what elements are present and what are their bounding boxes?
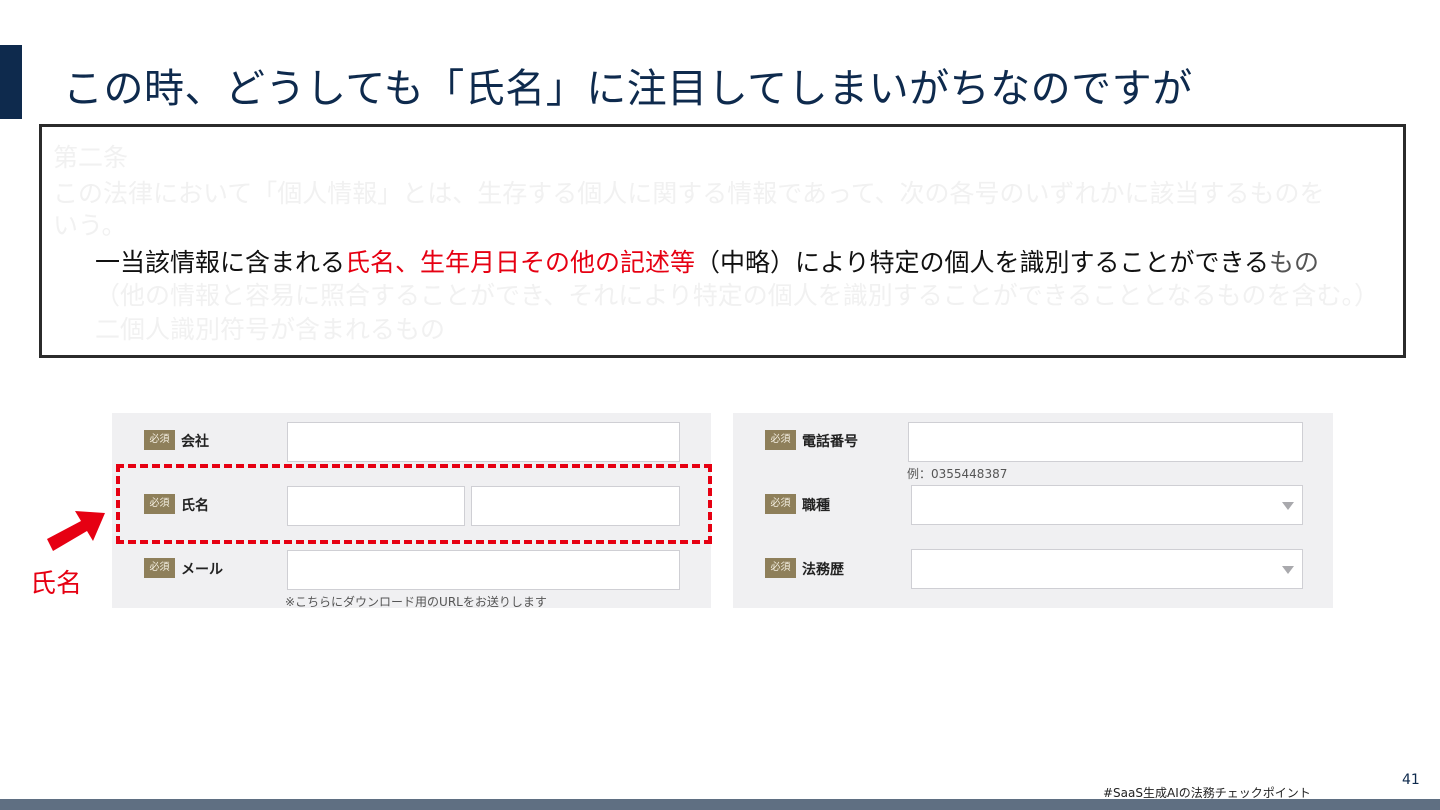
chevron-down-icon — [1282, 566, 1294, 574]
email-input[interactable] — [287, 550, 680, 590]
law-article-heading: 第二条 — [53, 143, 129, 172]
legal-experience-label: 法務歴 — [802, 562, 844, 578]
law-item-1-parenthetical: （他の情報と容易に照合することができ、それにより特定の個人を識別することができる… — [95, 281, 1380, 310]
phone-label: 電話番号 — [802, 434, 858, 450]
name-field-highlight — [116, 464, 712, 544]
email-note: ※こちらにダウンロード用のURLをお送りします — [285, 595, 547, 609]
title-accent-bar — [0, 45, 22, 119]
law-item-1-highlight: 氏名、生年月日その他の記述等 — [345, 248, 696, 277]
slide-title: この時、どうしても「氏名」に注目してしまいがちなのですが — [63, 66, 1193, 112]
arrow-icon — [47, 511, 105, 551]
phone-input[interactable] — [908, 422, 1303, 462]
law-definition-line2: いう。 — [53, 211, 127, 240]
company-input[interactable] — [287, 422, 680, 462]
required-badge: 必須 — [144, 558, 175, 578]
law-item-1-tail: もの — [1269, 248, 1320, 277]
required-badge: 必須 — [765, 430, 796, 450]
page-number: 41 — [1402, 772, 1420, 788]
law-item-2: 二個人識別符号が含まれるもの — [95, 315, 446, 344]
footer-bar — [0, 799, 1440, 810]
job-select[interactable] — [911, 485, 1303, 525]
law-item-1-prefix: 一当該情報に含まれる — [95, 248, 346, 277]
chevron-down-icon — [1282, 502, 1294, 510]
law-excerpt-box: 第二条 この法律において「個人情報」とは、生存する個人に関する情報であって、次の… — [39, 124, 1406, 358]
legal-experience-select[interactable] — [911, 549, 1303, 589]
required-badge: 必須 — [765, 494, 796, 514]
form-panel-right: 必須 電話番号 例：0355448387 必須 職種 必須 法務歴 — [733, 413, 1333, 608]
job-label: 職種 — [802, 498, 830, 514]
phone-hint: 例：0355448387 — [907, 467, 1008, 481]
law-item-1-suffix: （中略）により特定の個人を識別することができる — [695, 248, 1270, 277]
law-item-1: 一当該情報に含まれる氏名、生年月日その他の記述等（中略）により特定の個人を識別す… — [95, 243, 1319, 279]
required-badge: 必須 — [144, 430, 175, 450]
required-badge: 必須 — [765, 558, 796, 578]
email-label: メール — [181, 562, 223, 578]
company-label: 会社 — [181, 434, 209, 450]
law-definition-line1: この法律において「個人情報」とは、生存する個人に関する情報であって、次の各号のい… — [53, 179, 1325, 208]
callout-label: 氏名 — [30, 569, 83, 599]
